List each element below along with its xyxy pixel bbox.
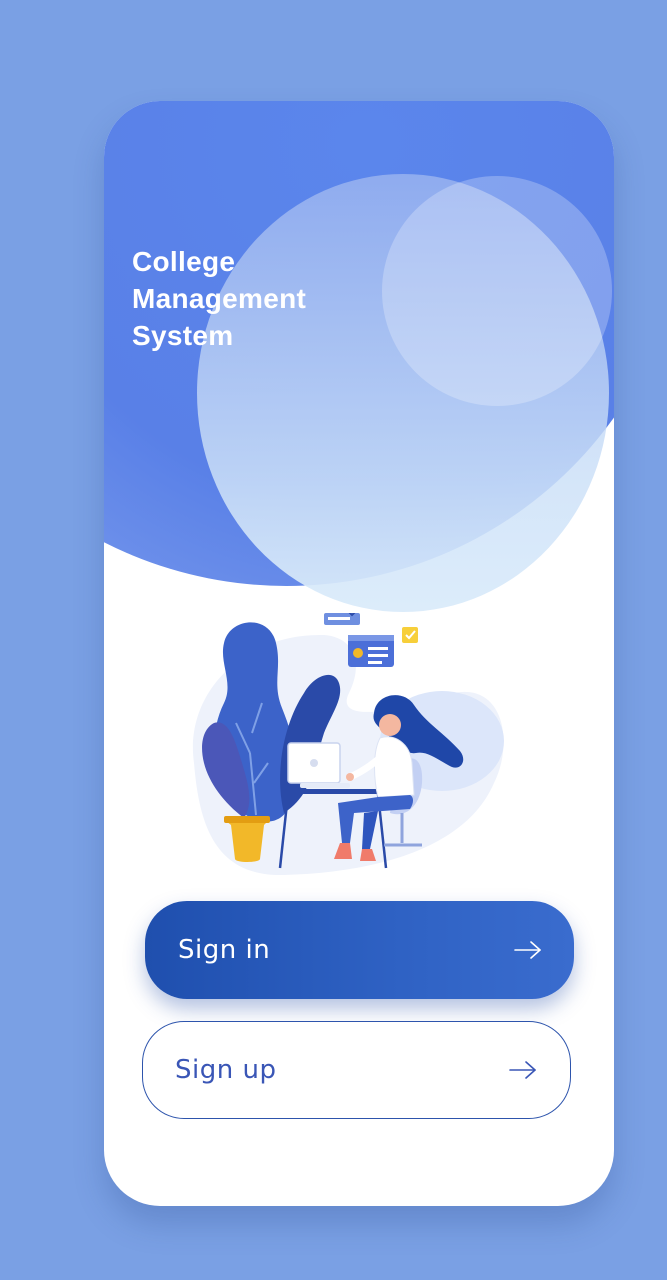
arrow-right-icon	[509, 1061, 536, 1079]
background-circle-highlight	[382, 176, 612, 406]
app-title-line-3: System	[132, 320, 234, 351]
app-title-line-2: Management	[132, 283, 307, 314]
phone-card: College Management System Sign in Sign u…	[104, 101, 614, 1206]
app-title: College Management System	[132, 243, 306, 354]
app-title-line-1: College	[132, 246, 236, 277]
sign-up-label: Sign up	[175, 1055, 277, 1085]
sign-in-label: Sign in	[178, 935, 271, 965]
sign-up-button[interactable]: Sign up	[142, 1021, 571, 1119]
sign-in-button[interactable]: Sign in	[145, 901, 574, 999]
student-at-desk-illustration	[192, 613, 504, 876]
arrow-right-icon	[514, 941, 541, 959]
